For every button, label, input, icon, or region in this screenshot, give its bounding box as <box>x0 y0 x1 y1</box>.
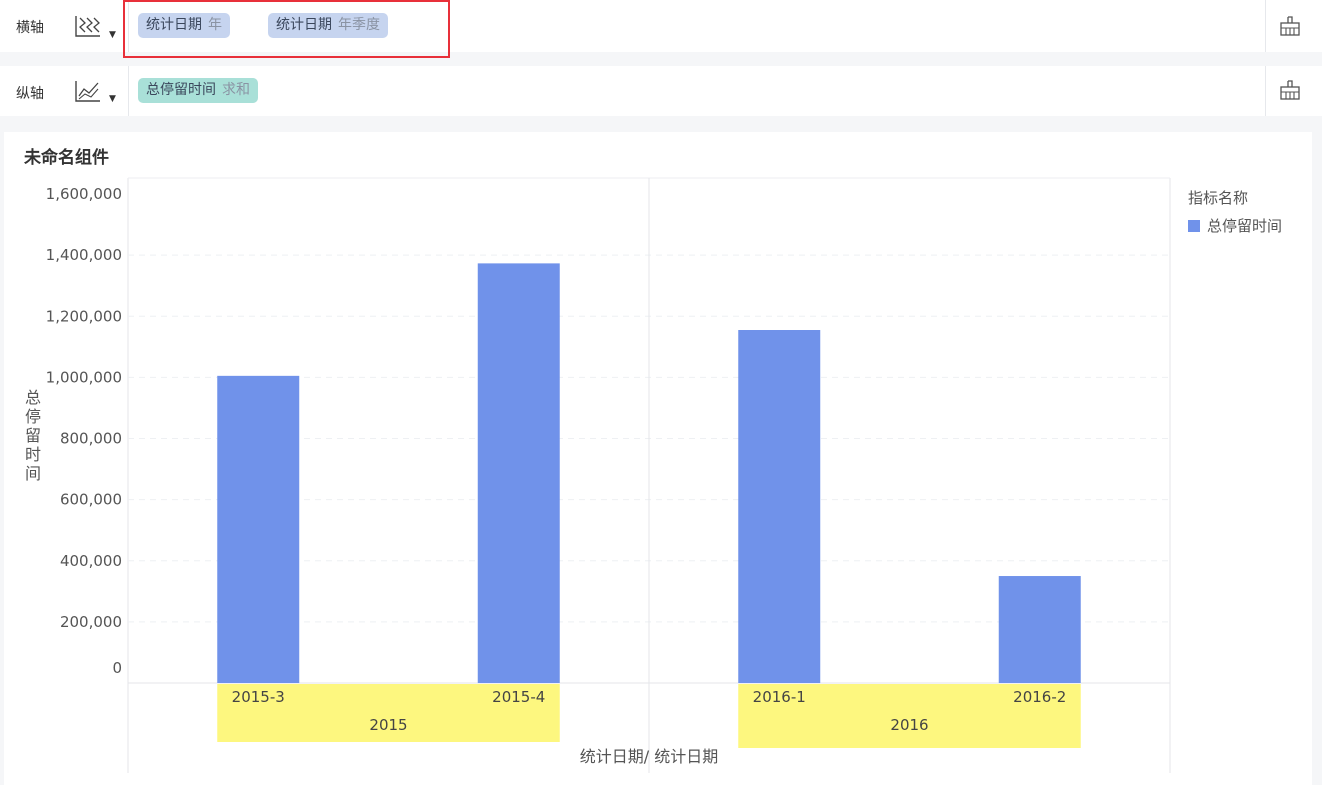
x-tick-label: 2015-3 <box>232 688 285 706</box>
y-tick-label: 800,000 <box>60 430 122 448</box>
y-tick-label: 0 <box>112 659 122 677</box>
bar-chart: 0 200,000 400,000 600,000 800,000 1,000,000 1,… <box>25 177 1282 773</box>
y-axis-title-char: 总 <box>25 388 41 407</box>
y-tick-label: 1,200,000 <box>46 307 122 325</box>
y-tick-label: 400,000 <box>60 552 122 570</box>
y-axis-title-char: 停 <box>25 407 41 426</box>
y-axis-title-char: 时 <box>25 445 41 464</box>
x-axis-title: 统计日期/ 统计日期 <box>580 747 718 766</box>
x-group-label: 2016 <box>890 716 928 734</box>
bar <box>217 375 300 683</box>
y-tick-label: 1,400,000 <box>46 246 122 264</box>
x-group-label: 2015 <box>369 716 407 734</box>
bar <box>738 330 821 683</box>
y-tick-label: 200,000 <box>60 613 122 631</box>
legend-swatch <box>1188 220 1200 232</box>
legend-title: 指标名称 <box>1188 189 1248 207</box>
y-axis-title-char: 留 <box>25 426 41 445</box>
x-tick-label: 2016-1 <box>753 688 806 706</box>
y-tick-label: 600,000 <box>60 491 122 509</box>
bar <box>998 576 1081 683</box>
y-axis-title-char: 间 <box>25 464 41 483</box>
legend-item-label: 总停留时间 <box>1207 217 1282 235</box>
y-tick-label: 1,000,000 <box>46 368 122 386</box>
x-tick-label: 2016-2 <box>1013 688 1066 706</box>
y-tick-label: 1,600,000 <box>46 185 122 203</box>
bar <box>477 263 560 683</box>
x-tick-label: 2015-4 <box>492 688 545 706</box>
